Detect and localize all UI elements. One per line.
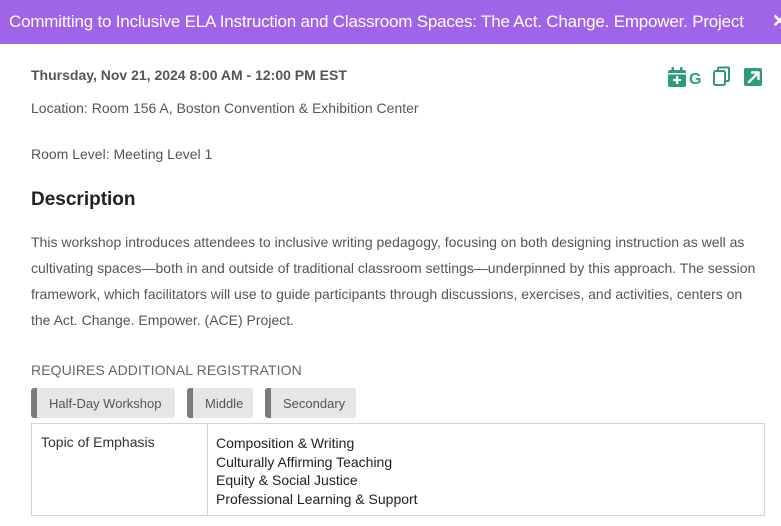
event-datetime: Thursday, Nov 21, 2024 8:00 AM - 12:00 P… [31, 67, 347, 83]
title-bar: Committing to Inclusive ELA Instruction … [0, 0, 781, 44]
tag-secondary[interactable]: Secondary [265, 388, 356, 418]
calendar-add-icon[interactable] [667, 66, 687, 93]
description-heading: Description [31, 189, 136, 210]
google-calendar-icon[interactable]: G [688, 69, 704, 92]
topic-value: Culturally Affirming Teaching [216, 453, 393, 470]
table-divider [207, 424, 208, 515]
topic-of-emphasis-label: Topic of Emphasis [41, 434, 155, 450]
registration-note: REQUIRES ADDITIONAL REGISTRATION [31, 362, 302, 378]
topic-value: Composition & Writing [216, 435, 355, 451]
tag-half-day-workshop[interactable]: Half-Day Workshop [31, 388, 175, 418]
topic-of-emphasis-values: Composition & Writing Culturally Affirmi… [216, 434, 418, 508]
external-link-icon[interactable] [743, 66, 763, 93]
topic-value: Equity & Social Justice [216, 472, 358, 488]
event-location: Location: Room 156 A, Boston Convention … [31, 100, 419, 116]
tag-middle[interactable]: Middle [187, 388, 253, 418]
event-title: Committing to Inclusive ELA Instruction … [9, 12, 744, 31]
topic-value: Professional Learning & Support [216, 490, 418, 507]
svg-text:G: G [689, 71, 701, 87]
copy-icon[interactable] [712, 66, 732, 93]
event-room-level: Room Level: Meeting Level 1 [31, 146, 213, 162]
close-icon[interactable]: ✕ [772, 11, 781, 32]
description-body: This workshop introduces attendees to in… [31, 234, 756, 328]
details-table: Topic of Emphasis Composition & Writing … [31, 423, 765, 516]
